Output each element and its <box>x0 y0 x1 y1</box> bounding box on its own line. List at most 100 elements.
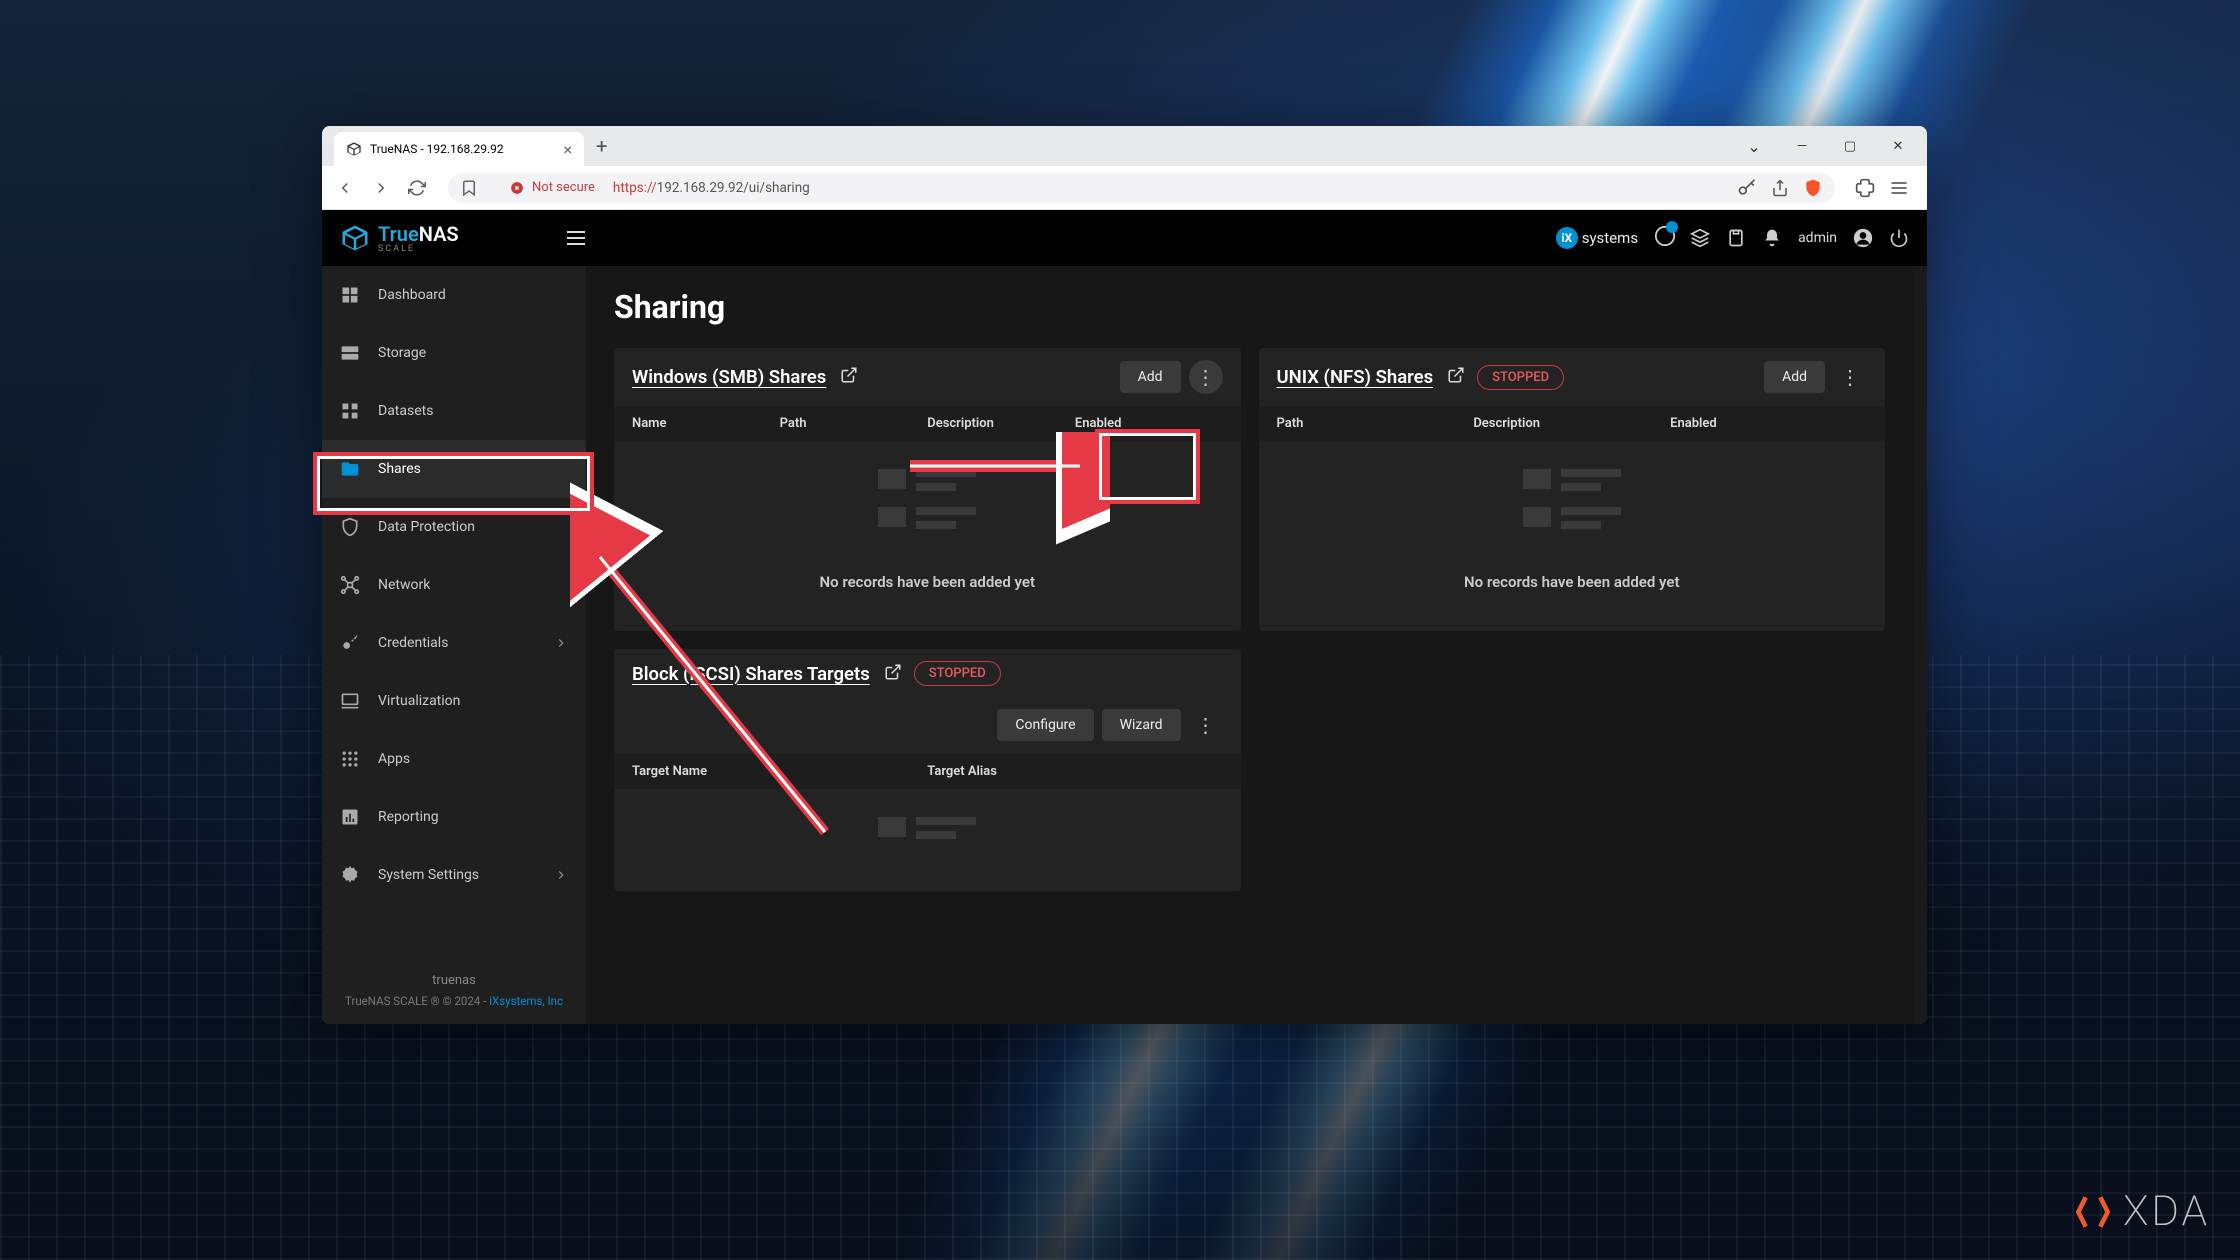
power-icon[interactable] <box>1889 228 1909 248</box>
apps-icon <box>340 749 360 769</box>
empty-text: No records have been added yet <box>632 573 1223 591</box>
open-external-icon[interactable] <box>840 366 858 388</box>
chevron-right-icon <box>554 868 568 882</box>
smb-table-header: Name Path Description Enabled <box>614 406 1241 441</box>
storage-icon <box>340 343 360 363</box>
sidebar-item-dashboard[interactable]: Dashboard <box>322 266 586 324</box>
nfs-add-button[interactable]: Add <box>1764 361 1825 393</box>
main-content: Sharing Windows (SMB) Shares Add ⋮ <box>586 266 1913 1024</box>
sidebar: Dashboard Storage Datasets Shares <box>322 266 586 1024</box>
nfs-panel: UNIX (NFS) Shares STOPPED Add ⋮ Path Des… <box>1259 348 1886 631</box>
jobs-icon[interactable] <box>1690 228 1710 248</box>
laptop-icon <box>340 691 360 711</box>
back-button[interactable] <box>334 177 356 199</box>
sidebar-item-label: Credentials <box>378 635 448 651</box>
dashboard-icon <box>340 285 360 305</box>
sidebar-item-label: Reporting <box>378 809 439 825</box>
address-bar: Not secure https://192.168.29.92/ui/shar… <box>322 166 1927 210</box>
network-icon <box>340 575 360 595</box>
status-badge <box>1666 221 1678 233</box>
browser-tab-bar: TrueNAS - 192.168.29.92 × + ⌄ — ▢ ✕ <box>322 126 1927 166</box>
sidebar-item-label: System Settings <box>378 867 479 883</box>
sidebar-item-label: Storage <box>378 345 426 361</box>
tab-dropdown-icon[interactable]: ⌄ <box>1731 129 1777 163</box>
forward-button[interactable] <box>370 177 392 199</box>
shield-icon <box>340 517 360 537</box>
sidebar-item-reporting[interactable]: Reporting <box>322 788 586 846</box>
window-maximize-button[interactable]: ▢ <box>1827 129 1873 163</box>
sidebar-item-system-settings[interactable]: System Settings <box>322 846 586 904</box>
sidebar-footer: truenas TrueNAS SCALE ® © 2024 - iXsyste… <box>322 958 586 1024</box>
sidebar-item-network[interactable]: Network <box>322 556 586 614</box>
browser-tab[interactable]: TrueNAS - 192.168.29.92 × <box>334 132 584 166</box>
nfs-status-badge: STOPPED <box>1477 365 1564 390</box>
url-protocol: https:// <box>613 180 657 196</box>
truenas-logo-icon <box>340 223 370 253</box>
sidebar-item-apps[interactable]: Apps <box>322 730 586 788</box>
sidebar-item-credentials[interactable]: Credentials <box>322 614 586 672</box>
ixsystems-logo[interactable]: iX systems <box>1556 227 1638 249</box>
url-bar[interactable]: Not secure https://192.168.29.92/ui/shar… <box>448 173 1835 203</box>
xda-logo-icon <box>2071 1190 2115 1234</box>
smb-title[interactable]: Windows (SMB) Shares <box>632 366 826 388</box>
status-icon[interactable] <box>1654 225 1674 251</box>
window-close-button[interactable]: ✕ <box>1875 129 1921 163</box>
sidebar-item-datasets[interactable]: Datasets <box>322 382 586 440</box>
smb-panel: Windows (SMB) Shares Add ⋮ Name Path Des… <box>614 348 1241 631</box>
xda-watermark: XDA <box>2071 1187 2210 1236</box>
smb-more-icon[interactable]: ⋮ <box>1189 360 1223 394</box>
empty-placeholder-icon <box>878 469 976 545</box>
reload-button[interactable] <box>406 177 428 199</box>
shares-icon <box>340 459 360 479</box>
sidebar-item-label: Data Protection <box>378 519 475 535</box>
iscsi-title[interactable]: Block (iSCSI) Shares Targets <box>632 663 870 685</box>
hamburger-icon[interactable] <box>564 226 588 250</box>
smb-add-button[interactable]: Add <box>1120 361 1181 393</box>
clipboard-icon[interactable] <box>1726 228 1746 248</box>
extensions-icon[interactable] <box>1855 178 1875 198</box>
sidebar-item-shares[interactable]: Shares <box>322 440 586 498</box>
admin-label: admin <box>1798 230 1837 246</box>
tab-title: TrueNAS - 192.168.29.92 <box>370 142 504 156</box>
gear-icon <box>340 865 360 885</box>
user-icon[interactable] <box>1853 228 1873 248</box>
brave-shield-icon[interactable] <box>1803 178 1823 198</box>
tab-close-icon[interactable]: × <box>563 140 572 159</box>
browser-window: TrueNAS - 192.168.29.92 × + ⌄ — ▢ ✕ Not … <box>322 126 1927 1024</box>
iscsi-panel: Block (iSCSI) Shares Targets STOPPED Con… <box>614 649 1241 891</box>
iscsi-more-icon[interactable]: ⋮ <box>1189 708 1223 742</box>
key-icon <box>340 633 360 653</box>
scrollbar[interactable] <box>1913 266 1927 1024</box>
sidebar-item-label: Datasets <box>378 403 433 419</box>
url-path: 192.168.29.92/ui/sharing <box>657 180 810 196</box>
sidebar-item-data-protection[interactable]: Data Protection <box>322 498 586 556</box>
iscsi-configure-button[interactable]: Configure <box>997 709 1093 741</box>
sidebar-item-label: Shares <box>378 461 421 477</box>
truenas-favicon-icon <box>346 141 362 157</box>
sidebar-item-storage[interactable]: Storage <box>322 324 586 382</box>
alerts-icon[interactable] <box>1762 228 1782 248</box>
nfs-more-icon[interactable]: ⋮ <box>1833 360 1867 394</box>
empty-text: No records have been added yet <box>1277 573 1868 591</box>
datasets-icon <box>340 401 360 421</box>
menu-icon[interactable] <box>1889 178 1909 198</box>
share-icon[interactable] <box>1771 179 1789 197</box>
iscsi-table-header: Target Name Target Alias <box>614 754 1241 789</box>
ixsystems-link[interactable]: iXsystems, Inc <box>489 994 563 1008</box>
empty-placeholder-icon <box>878 817 976 855</box>
chevron-right-icon <box>554 636 568 650</box>
ix-icon: iX <box>1556 227 1578 249</box>
window-minimize-button[interactable]: — <box>1779 129 1825 163</box>
truenas-logo[interactable]: TrueNAS SCALE <box>340 222 550 254</box>
not-secure-icon <box>510 181 524 195</box>
new-tab-button[interactable]: + <box>584 134 619 158</box>
bookmark-icon[interactable] <box>460 179 478 197</box>
not-secure-label: Not secure <box>532 180 595 195</box>
app-top-bar: TrueNAS SCALE iX systems admin <box>322 210 1927 266</box>
open-external-icon[interactable] <box>884 663 902 685</box>
key-icon[interactable] <box>1737 178 1757 198</box>
sidebar-item-virtualization[interactable]: Virtualization <box>322 672 586 730</box>
nfs-title[interactable]: UNIX (NFS) Shares <box>1277 366 1434 388</box>
iscsi-wizard-button[interactable]: Wizard <box>1102 709 1181 741</box>
open-external-icon[interactable] <box>1447 366 1465 388</box>
